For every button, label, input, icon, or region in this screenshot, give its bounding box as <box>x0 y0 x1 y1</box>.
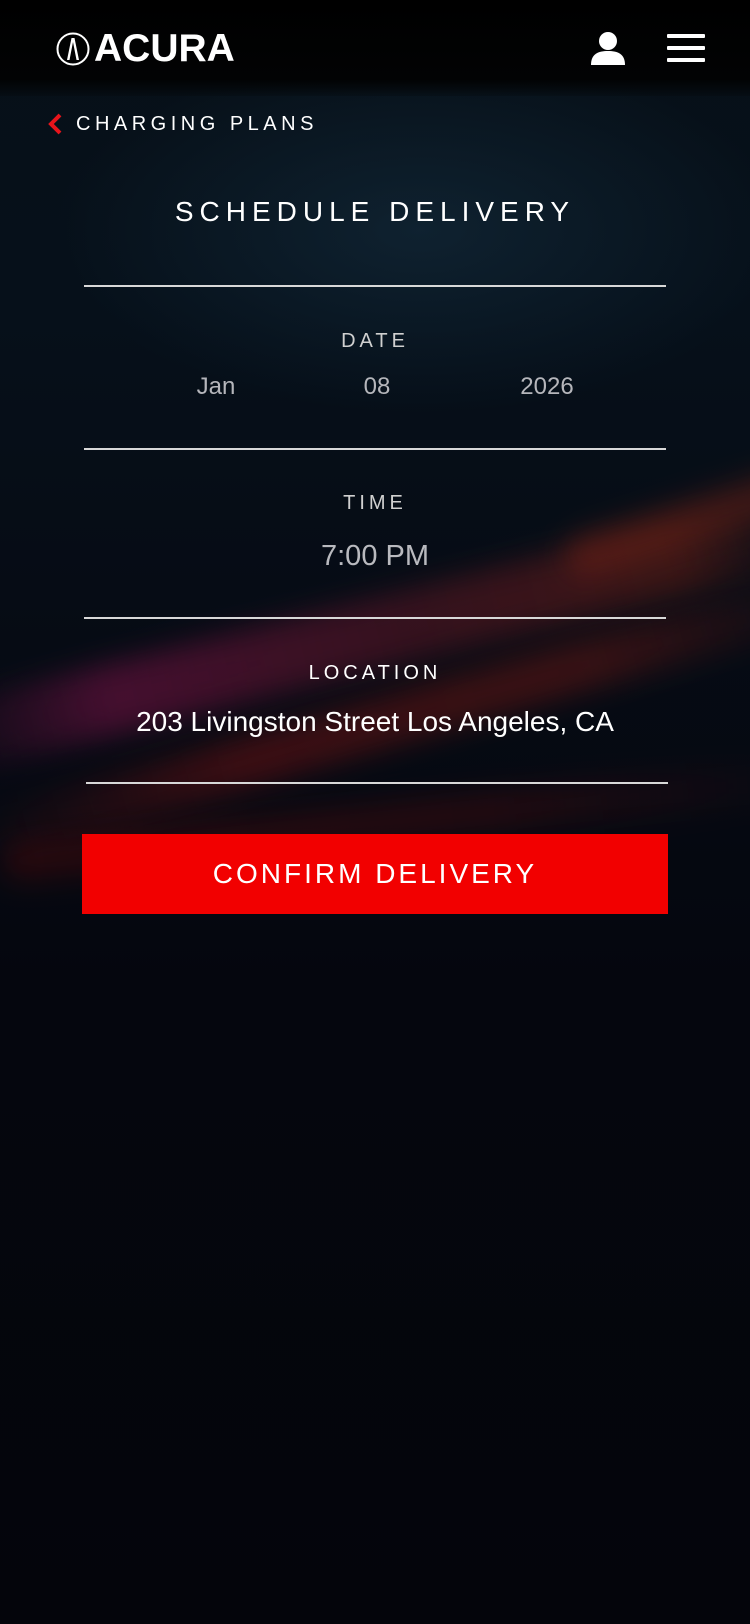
divider <box>84 285 666 287</box>
page-title: SCHEDULE DELIVERY <box>174 196 576 227</box>
user-icon[interactable] <box>590 30 626 66</box>
location-label: LOCATION <box>308 662 442 684</box>
acura-logo[interactable]: ACURA <box>56 27 235 70</box>
schedule-delivery-page: ACURA CHARGING PLANS SCHEDULE DELIVERY D… <box>0 0 750 1624</box>
time-label: TIME <box>343 492 407 514</box>
divider <box>84 448 666 450</box>
divider <box>84 617 666 619</box>
back-link-charging-plans[interactable]: CHARGING PLANS <box>46 112 318 136</box>
chevron-left-icon <box>48 113 62 135</box>
date-month-select[interactable]: Jan <box>146 373 286 401</box>
acura-logo-icon <box>56 32 90 66</box>
date-label: DATE <box>341 330 409 352</box>
back-link-label: CHARGING PLANS <box>76 112 318 135</box>
hamburger-menu-icon[interactable] <box>667 34 705 62</box>
location-field[interactable]: 203 Livingston Street Los Angeles, CA <box>0 706 750 738</box>
divider <box>86 782 668 784</box>
date-day-select[interactable]: 08 <box>307 373 447 401</box>
time-select[interactable]: 7:00 PM <box>0 540 750 573</box>
confirm-delivery-button[interactable]: CONFIRM DELIVERY <box>82 834 668 914</box>
date-year-select[interactable]: 2026 <box>477 373 617 401</box>
top-nav-bar: ACURA <box>0 0 750 96</box>
brand-wordmark: ACURA <box>94 27 235 70</box>
